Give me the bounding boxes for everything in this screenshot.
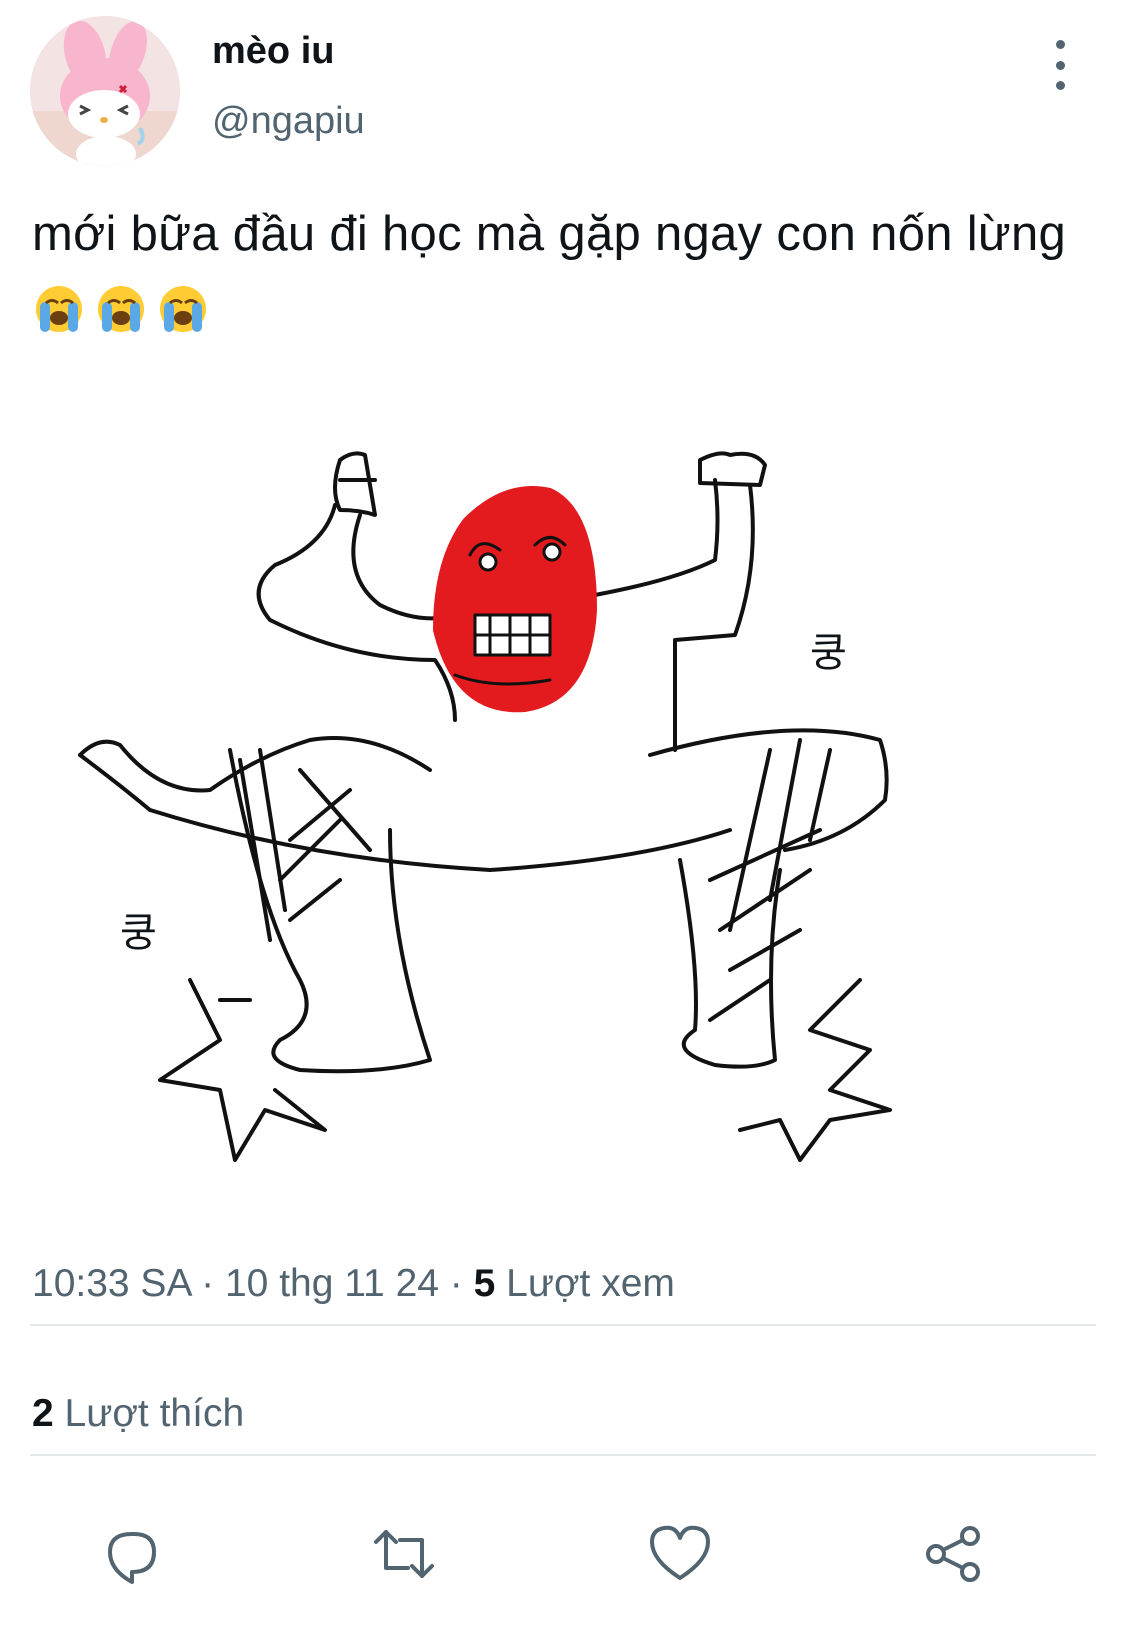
avatar-image [30,16,180,166]
author-display-name[interactable]: mèo iu [212,30,334,73]
views-label: Lượt xem [506,1262,675,1305]
drawing-sound-label: 쿵 [120,910,157,956]
likes-label: Lượt thích [64,1392,245,1435]
tweet-image-drawing[interactable]: 쿵 쿵 [70,420,970,1180]
likes-summary[interactable]: 2 Lượt thích [32,1392,244,1436]
separator-dot: · [449,1262,474,1305]
tweet-date[interactable]: 10 thg 11 24 [225,1262,439,1305]
drawing-sound-label: 쿵 [810,630,847,676]
tweet-meta: 10:33 SA · 10 thg 11 24 · 5 Lượt xem [32,1262,675,1306]
crying-face-emoji [36,286,82,332]
heart-icon[interactable] [648,1522,712,1586]
divider [30,1324,1096,1326]
share-icon[interactable] [922,1522,986,1586]
views-count: 5 [473,1262,496,1305]
tweet-text-body: mới bữa đầu đi học mà gặp ngay con nốn l… [32,207,1067,261]
more-vertical-icon[interactable] [1040,40,1080,90]
reply-icon[interactable] [100,1522,164,1586]
separator-dot: · [201,1262,225,1305]
divider [30,1454,1096,1456]
crying-face-emoji [160,286,206,332]
likes-count: 2 [32,1392,54,1435]
retweet-icon[interactable] [372,1522,436,1586]
author-handle[interactable]: @ngapiu [212,100,365,143]
tweet-text: mới bữa đầu đi học mà gặp ngay con nốn l… [32,196,1102,348]
avatar[interactable] [30,16,180,166]
crying-face-emoji [98,286,144,332]
tweet-time[interactable]: 10:33 SA [32,1262,190,1305]
